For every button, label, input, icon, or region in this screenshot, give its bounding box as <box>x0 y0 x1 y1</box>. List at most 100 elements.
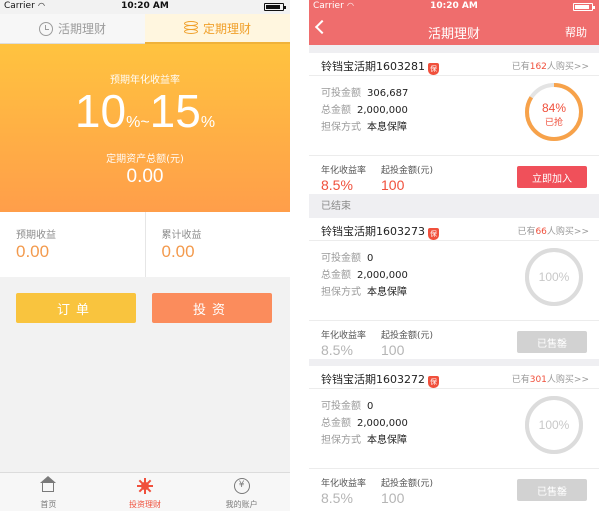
min-amount-label: 起投金额(元) <box>381 331 434 341</box>
expected-earnings-label: 预期收益 <box>16 230 56 241</box>
guarantee-label: 担保方式 <box>321 122 361 133</box>
product-card[interactable]: 铃铛宝活期1603273 保 已有66人购买>> 可投金额 0 总金额 2,000,0… <box>309 218 599 359</box>
help-button[interactable]: 帮助 <box>565 24 587 40</box>
guarantee-shield-icon: 保 <box>428 376 439 388</box>
guarantee-label: 担保方式 <box>321 435 361 446</box>
tabbar-label: 我的账户 <box>225 500 258 509</box>
accumulated-earnings: 累计收益 0.00 <box>144 212 291 277</box>
progress-ring: 84% 已抢 <box>525 83 583 141</box>
tabbar-item-account[interactable]: ¥ 我的账户 <box>193 473 290 511</box>
card-header: 铃铛宝活期1603272 保 已有301人购买>> <box>309 366 599 389</box>
left-phone-screen: Carrier ◠ 10:20 AM 活期理财 定期理财 预期年化收益率 10%… <box>0 0 290 511</box>
guarantee-value: 本息保障 <box>367 122 407 133</box>
clock-icon <box>38 21 53 36</box>
available-value: 0 <box>367 401 374 412</box>
product-tabs: 活期理财 定期理财 <box>0 14 290 44</box>
ring-percent: 100% <box>539 418 570 432</box>
clock-label: 10:20 AM <box>121 1 169 11</box>
status-bar: Carrier ◠ 10:20 AM <box>0 0 290 14</box>
battery-icon <box>573 3 595 11</box>
sun-icon <box>137 478 153 494</box>
rate-separator: ~ <box>140 114 150 131</box>
guarantee-value: 本息保障 <box>367 435 407 446</box>
min-amount-value: 100 <box>381 342 405 358</box>
join-now-button[interactable]: 立即加入 <box>517 166 587 188</box>
tab-label: 定期理财 <box>202 21 251 36</box>
status-bar: Carrier ◠ 10:20 AM <box>309 0 599 14</box>
product-details: 可投金额 306,687 总金额 2,000,000 担保方式 本息保障 <box>321 84 481 135</box>
nav-bar: Carrier ◠ 10:20 AM 活期理财 帮助 <box>309 0 599 45</box>
accumulated-earnings-value: 0.00 <box>161 242 195 261</box>
clock-label: 10:20 AM <box>430 1 478 11</box>
available-value: 306,687 <box>367 88 409 99</box>
sold-out-button[interactable]: 已售罄 <box>517 331 587 353</box>
ring-sub-label: 已抢 <box>545 116 563 128</box>
card-divider <box>309 155 599 156</box>
rate-label: 年化收益率 <box>321 331 367 341</box>
rate-high: 15 <box>149 85 201 137</box>
product-name: 铃铛宝活期1603272 保 <box>321 373 439 388</box>
progress-ring: 100% <box>525 248 583 306</box>
total-value: 2,000,000 <box>357 270 408 281</box>
expected-earnings: 预期收益 0.00 <box>0 212 145 277</box>
right-phone-screen: Carrier ◠ 10:20 AM 活期理财 帮助 铃铛宝活期1603281 保… <box>309 0 599 511</box>
section-ended-label: 已结束 <box>321 201 351 212</box>
product-name: 铃铛宝活期1603281 保 <box>321 60 439 75</box>
rate-unit: % <box>200 114 216 131</box>
card-header: 铃铛宝活期1603273 保 已有66人购买>> <box>309 218 599 241</box>
tab-fixed-finance[interactable]: 定期理财 <box>145 14 290 44</box>
card-divider <box>309 468 599 469</box>
rate-value: 8.5% <box>321 177 353 193</box>
rate-unit: % <box>126 114 141 131</box>
page-title: 活期理财 <box>427 27 480 42</box>
min-amount-value: 100 <box>381 177 405 193</box>
total-value: 0.00 <box>126 166 164 187</box>
accumulated-earnings-label: 累计收益 <box>161 230 202 241</box>
total-label: 总金额 <box>321 270 351 281</box>
total-label: 总金额 <box>321 105 351 116</box>
buyers-link[interactable]: 已有301人购买>> <box>512 372 589 385</box>
buyers-count: 301 <box>529 375 547 385</box>
available-label: 可投金额 <box>321 401 361 412</box>
buyers-count: 162 <box>529 62 547 72</box>
total-value: 2,000,000 <box>357 418 408 429</box>
tabbar-item-home[interactable]: 首页 <box>0 473 97 511</box>
product-name: 铃铛宝活期1603273 保 <box>321 225 439 240</box>
available-value: 0 <box>367 253 374 264</box>
bottom-tab-bar: 首页 投资理财 ¥ 我的账户 <box>0 472 290 511</box>
yield-hero: 预期年化收益率 10%~15% 定期资产总额(元) 0.00 <box>0 44 290 212</box>
product-card[interactable]: 铃铛宝活期1603272 保 已有301人购买>> 可投金额 0 总金额 2,000,… <box>309 366 599 511</box>
expected-earnings-value: 0.00 <box>16 242 50 261</box>
ring-percent: 84% <box>542 101 566 115</box>
product-card[interactable]: 铃铛宝活期1603281 保 已有162人购买>> 可投金额 306,687 总金额… <box>309 53 599 194</box>
total-label: 总金额 <box>321 418 351 429</box>
tabbar-label: 投资理财 <box>129 500 161 509</box>
total-value: 2,000,000 <box>357 105 408 116</box>
rate-label: 年化收益率 <box>321 479 367 489</box>
guarantee-value: 本息保障 <box>367 287 407 298</box>
tab-current-finance[interactable]: 活期理财 <box>0 14 145 44</box>
order-button[interactable]: 订单 <box>16 293 136 323</box>
buyers-link[interactable]: 已有66人购买>> <box>517 224 589 237</box>
card-header: 铃铛宝活期1603281 保 已有162人购买>> <box>309 53 599 76</box>
card-divider <box>309 320 599 321</box>
min-amount-label: 起投金额(元) <box>381 166 434 176</box>
home-icon <box>40 476 57 492</box>
min-amount-label: 起投金额(元) <box>381 479 434 489</box>
tabbar-label: 首页 <box>40 500 57 509</box>
screenshot-stage: Carrier ◠ 10:20 AM 活期理财 定期理财 预期年化收益率 10%… <box>0 0 599 511</box>
rate-range: 10%~15% <box>0 84 290 138</box>
tabbar-item-invest[interactable]: 投资理财 <box>97 473 194 511</box>
product-details: 可投金额 0 总金额 2,000,000 担保方式 本息保障 <box>321 397 481 448</box>
progress-ring: 100% <box>525 396 583 454</box>
tab-label: 活期理财 <box>57 22 106 36</box>
sold-out-button[interactable]: 已售罄 <box>517 479 587 501</box>
invest-button[interactable]: 投资 <box>152 293 272 323</box>
rate-label: 年化收益率 <box>321 166 367 176</box>
guarantee-shield-icon: 保 <box>428 63 439 75</box>
coins-icon <box>183 21 198 35</box>
yen-icon: ¥ <box>233 478 250 494</box>
rate-low: 10 <box>74 85 127 137</box>
buyers-link[interactable]: 已有162人购买>> <box>512 59 589 72</box>
total-label: 定期资产总额(元) <box>106 154 184 165</box>
